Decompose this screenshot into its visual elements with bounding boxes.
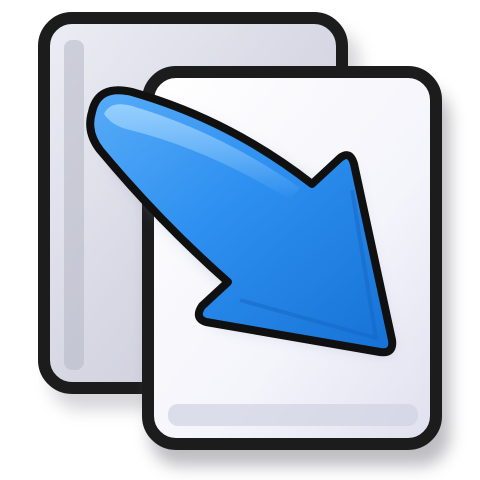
- copy-to-document-icon: [38, 12, 450, 466]
- icon-canvas: [0, 0, 480, 480]
